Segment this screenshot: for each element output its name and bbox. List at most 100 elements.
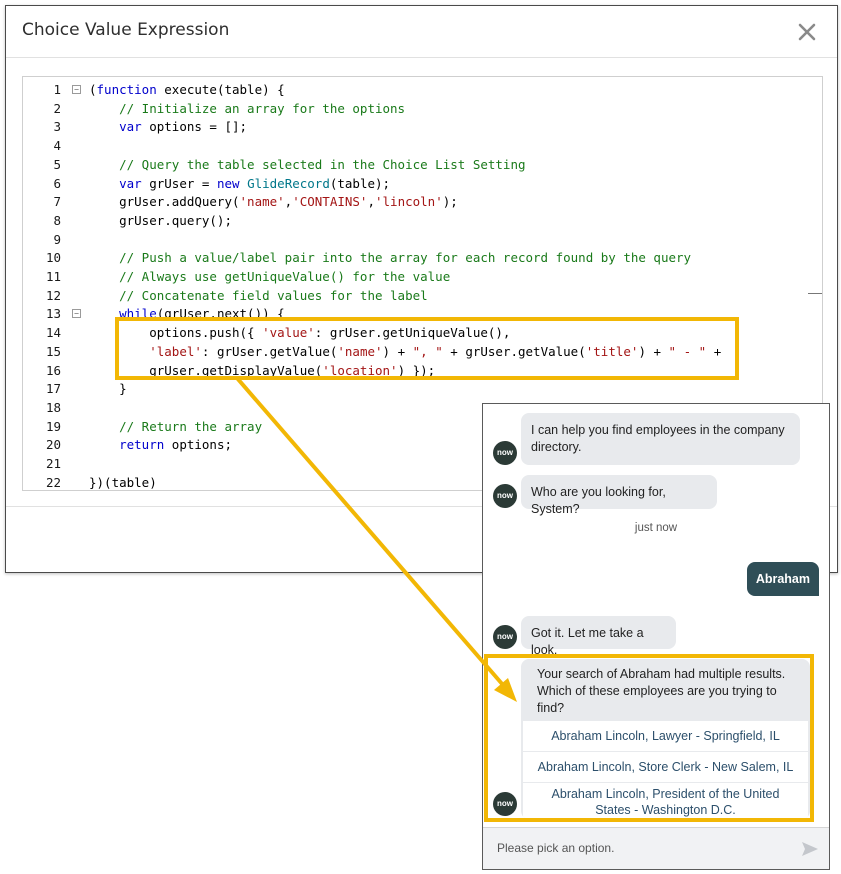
message-timestamp: just now — [634, 522, 678, 534]
code-line: 7 grUser.addQuery('name','CONTAINS','lin… — [23, 192, 822, 211]
code-token: // Push a value/label pair into the arra… — [119, 250, 692, 266]
modal-header: Choice Value Expression — [6, 6, 837, 58]
code-text: // Initialize an array for the options — [89, 99, 405, 118]
code-line: 4 — [23, 136, 822, 155]
line-number: 15 — [45, 343, 61, 359]
code-text: var options = []; — [89, 117, 247, 136]
bot-message-2: Who are you looking for, System? — [521, 475, 717, 516]
code-line: 8 grUser.query(); — [23, 211, 822, 230]
code-text: // Push a value/label pair into the arra… — [89, 248, 691, 267]
code-token: // Always use getUniqueValue() for the v… — [119, 269, 451, 284]
fold-toggle-icon[interactable]: − — [72, 309, 81, 319]
code-text: // Always use getUniqueValue() for the v… — [89, 267, 450, 286]
code-text: // Query the table selected in the Choic… — [89, 155, 526, 174]
code-line: 5 // Query the table selected in the Cho… — [23, 155, 822, 174]
chat-input-placeholder: Please pick an option. — [497, 841, 615, 855]
line-number: 3 — [53, 119, 61, 135]
bot-message-2-text: Who are you looking for, System? — [531, 485, 666, 516]
code-line: 1 − (function execute(table) { — [23, 80, 822, 99]
code-token: GlideRecord — [247, 175, 330, 191]
code-token: , — [367, 194, 375, 210]
line-number: 17 — [45, 381, 61, 397]
code-token: grUser.query(); — [89, 212, 232, 228]
code-token: // Query the table selected in the Choic… — [119, 156, 526, 172]
code-token: new — [216, 175, 240, 191]
code-line: 2 // Initialize an array for the options — [23, 99, 822, 118]
bot-message-1: I can help you find employees in the com… — [521, 413, 800, 465]
code-token: grUser.addQuery( — [89, 194, 240, 210]
chat-input-bar[interactable]: Please pick an option. — [483, 827, 829, 869]
code-token: 'name' — [239, 194, 285, 210]
code-line: 11 // Always use getUniqueValue() for th… — [23, 267, 822, 286]
line-number: 22 — [45, 474, 61, 490]
code-line: 6 var grUser = new GlideRecord(table); — [23, 174, 822, 193]
user-message: Abraham — [746, 562, 819, 596]
line-number: 6 — [53, 175, 61, 191]
bot-avatar: now — [493, 484, 517, 508]
code-token: 'lincoln' — [375, 194, 443, 210]
code-line: 10 // Push a value/label pair into the a… — [23, 248, 822, 267]
code-text: // Concatenate field values for the labe… — [89, 286, 428, 305]
code-token: ( — [89, 82, 97, 97]
line-number: 19 — [45, 418, 61, 434]
code-token: var — [119, 175, 142, 191]
line-number: 18 — [45, 399, 61, 415]
bot-avatar-label: now — [497, 632, 513, 641]
code-token: options = []; — [141, 119, 248, 135]
line-number: 4 — [53, 138, 61, 154]
send-button[interactable] — [801, 840, 819, 858]
code-text: // Return the array — [89, 417, 262, 436]
line-number: 12 — [45, 287, 61, 303]
code-token: return — [119, 437, 165, 453]
line-number: 1 — [53, 82, 61, 97]
code-line: 17 } — [23, 379, 822, 398]
code-token: options; — [164, 437, 232, 453]
bot-avatar: now — [493, 441, 517, 465]
options-highlight-box — [484, 654, 814, 822]
user-message-text: Abraham — [755, 572, 810, 586]
close-icon — [798, 23, 816, 41]
code-token: } — [89, 381, 127, 397]
line-number: 5 — [53, 156, 61, 172]
code-token: (table); — [329, 175, 391, 191]
code-token: // Return the array — [119, 418, 263, 434]
line-number: 21 — [45, 456, 61, 471]
code-text: } — [89, 379, 127, 398]
code-text: grUser.addQuery('name','CONTAINS','linco… — [89, 192, 458, 211]
code-token: ); — [442, 194, 458, 210]
bot-avatar-label: now — [497, 491, 513, 500]
line-number: 13 — [45, 306, 61, 322]
line-number: 14 — [45, 325, 61, 341]
code-token: var — [119, 119, 142, 135]
bot-message-1-text: I can help you find employees in the com… — [531, 423, 785, 454]
code-text: grUser.query(); — [89, 211, 232, 230]
code-token: })(table) — [89, 474, 157, 490]
line-number: 9 — [53, 231, 61, 247]
send-icon — [802, 842, 818, 856]
close-button[interactable] — [795, 20, 819, 44]
line-number: 20 — [45, 437, 61, 453]
line-number: 16 — [45, 362, 61, 378]
code-text: })(table) — [89, 473, 157, 490]
code-line: 9 — [23, 230, 822, 249]
code-highlight-box — [115, 317, 739, 380]
line-number: 11 — [45, 269, 61, 284]
code-token: function — [96, 82, 157, 97]
code-text: (function execute(table) { — [89, 80, 285, 99]
code-line: 3 var options = []; — [23, 117, 822, 136]
code-token: 'CONTAINS' — [292, 194, 368, 210]
line-number: 7 — [53, 194, 61, 210]
bot-message-3: Got it. Let me take a look. — [521, 616, 676, 657]
fold-toggle-icon[interactable]: − — [72, 85, 81, 94]
modal-title: Choice Value Expression — [22, 20, 230, 40]
